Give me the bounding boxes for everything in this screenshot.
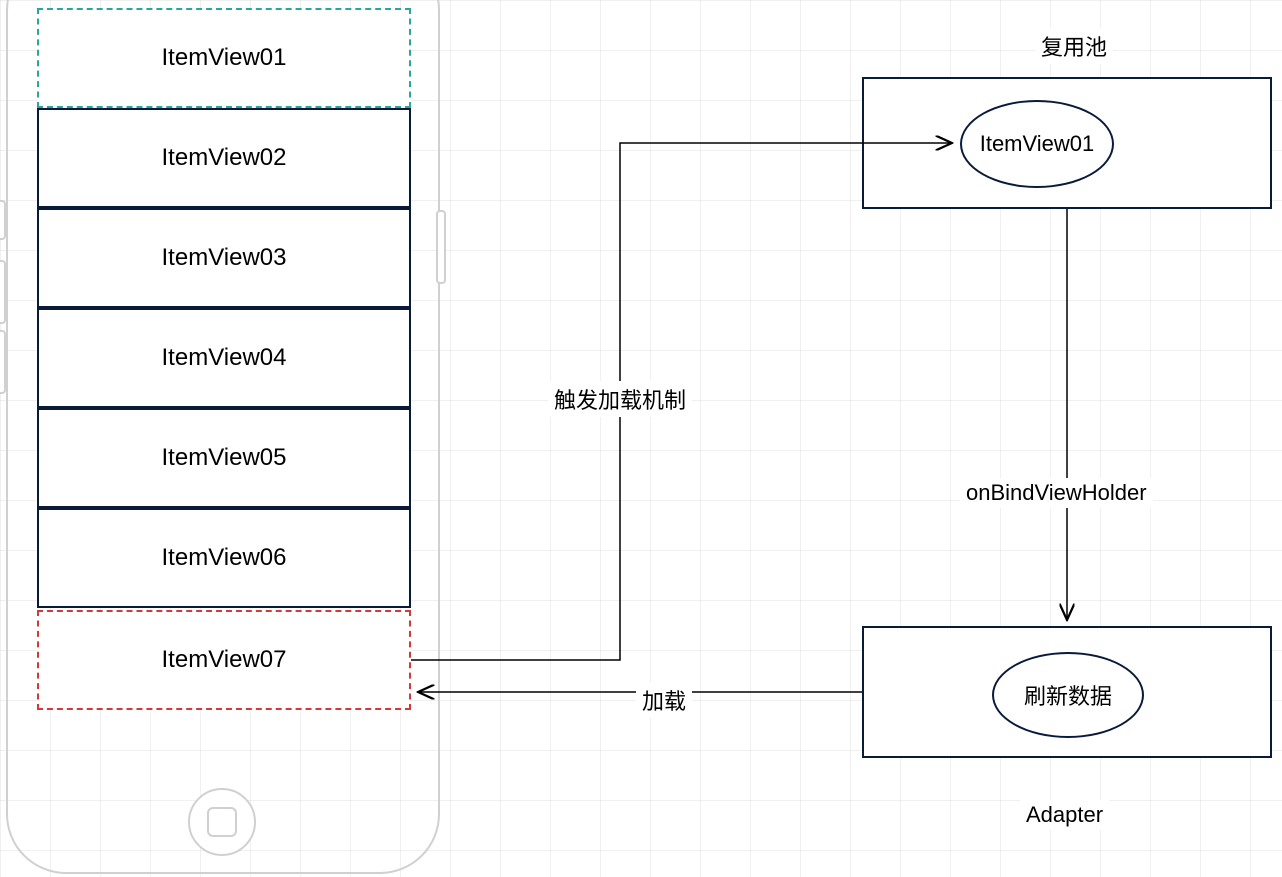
pool-item-label: ItemView01: [980, 131, 1095, 157]
item-label: ItemView06: [162, 544, 287, 572]
load-label: 加载: [636, 682, 692, 718]
adapter-title: Adapter: [1020, 800, 1109, 830]
item-view-07: ItemView07: [37, 610, 411, 710]
item-label: ItemView01: [162, 44, 287, 72]
item-view-02: ItemView02: [37, 108, 411, 208]
adapter-action-ellipse: 刷新数据: [992, 652, 1144, 738]
bind-label: onBindViewHolder: [960, 478, 1153, 508]
phone-side-button: [436, 210, 446, 284]
adapter-action-label: 刷新数据: [1024, 679, 1112, 711]
phone-home-inner: [207, 807, 237, 837]
item-label: ItemView02: [162, 144, 287, 172]
item-label: ItemView05: [162, 444, 287, 472]
pool-item-ellipse: ItemView01: [960, 100, 1114, 188]
item-view-05: ItemView05: [37, 408, 411, 508]
item-label: ItemView04: [162, 344, 287, 372]
item-label: ItemView03: [162, 244, 287, 272]
item-label: ItemView07: [162, 646, 287, 674]
item-view-01: ItemView01: [37, 8, 411, 108]
pool-title: 复用池: [1035, 28, 1113, 64]
trigger-label: 触发加载机制: [548, 381, 692, 417]
phone-side-button: [0, 260, 6, 324]
item-view-04: ItemView04: [37, 308, 411, 408]
phone-home-button: [188, 788, 256, 856]
phone-side-button: [0, 200, 6, 240]
phone-side-button: [0, 330, 6, 394]
item-view-06: ItemView06: [37, 508, 411, 608]
item-view-03: ItemView03: [37, 208, 411, 308]
diagram-canvas: ItemView01 ItemView02 ItemView03 ItemVie…: [0, 0, 1282, 877]
